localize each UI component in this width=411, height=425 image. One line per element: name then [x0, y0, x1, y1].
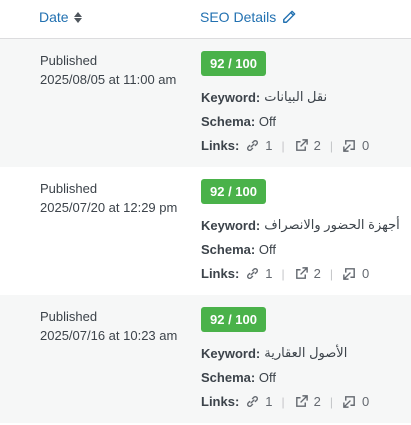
separator: |	[281, 138, 285, 153]
separator: |	[281, 394, 285, 409]
schema-status: Schema: Off	[201, 370, 276, 385]
links-label: Links:	[201, 394, 240, 409]
keyword-label: Keyword:	[201, 89, 261, 105]
internal-links-value: 1	[265, 138, 273, 153]
pencil-icon[interactable]	[282, 10, 296, 24]
table-row: Published 2025/07/20 at 12:29 pm 92 / 10…	[0, 167, 411, 295]
incoming-links-count: 0	[342, 394, 369, 409]
links-label: Links:	[201, 138, 240, 153]
schema-value: Off	[258, 370, 276, 385]
links-label: Links:	[201, 266, 240, 281]
external-link-icon	[295, 395, 308, 407]
internal-links-value: 1	[265, 266, 273, 281]
external-links-count: 2	[294, 138, 321, 153]
schema-status: Schema: Off	[201, 114, 276, 129]
seo-score-badge[interactable]: 92 / 100	[201, 51, 266, 76]
schema-value: Off	[258, 242, 276, 257]
table-row: Published 2025/07/16 at 10:23 am 92 / 10…	[0, 295, 411, 423]
external-links-value: 2	[313, 138, 321, 153]
link-icon	[247, 268, 259, 279]
internal-links-count: 1	[245, 138, 273, 153]
external-links-value: 2	[313, 266, 321, 281]
post-status: Published	[40, 181, 98, 196]
schema-label: Schema:	[201, 242, 256, 257]
date-cell: Published 2025/08/05 at 11:00 am	[40, 51, 176, 89]
internal-links-count: 1	[245, 394, 273, 409]
seo-score-badge[interactable]: 92 / 100	[201, 179, 266, 204]
seo-details-column-label[interactable]: SEO Details	[200, 9, 276, 25]
keyword-value: أجهزة الحضور والانصراف	[264, 217, 400, 232]
schema-status: Schema: Off	[201, 242, 276, 257]
incoming-links-value: 0	[362, 266, 370, 281]
focus-keyword: Keyword: نقل البيانات	[201, 89, 327, 105]
links-summary: Links: 1 | 2 | 0	[201, 138, 369, 153]
sort-icon[interactable]	[73, 11, 82, 23]
incoming-links-count: 0	[342, 266, 369, 281]
table-row: Published 2025/08/05 at 11:00 am 92 / 10…	[0, 39, 411, 167]
focus-keyword: Keyword: أجهزة الحضور والانصراف	[201, 217, 400, 233]
incoming-links-value: 0	[362, 394, 370, 409]
separator: |	[329, 394, 334, 409]
schema-label: Schema:	[201, 370, 256, 385]
external-links-value: 2	[313, 394, 321, 409]
schema-value: Off	[258, 114, 276, 129]
keyword-label: Keyword:	[201, 217, 261, 233]
incoming-link-icon	[343, 396, 355, 408]
incoming-links-count: 0	[342, 138, 369, 153]
incoming-link-icon	[343, 268, 355, 280]
date-cell: Published 2025/07/20 at 12:29 pm	[40, 179, 177, 217]
date-column-label[interactable]: Date	[39, 9, 69, 25]
table-header: Date SEO Details	[0, 0, 411, 39]
internal-links-count: 1	[245, 266, 273, 281]
post-status: Published	[40, 53, 98, 68]
post-datetime: 2025/07/16 at 10:23 am	[40, 328, 178, 343]
separator: |	[329, 138, 334, 153]
link-icon	[247, 140, 259, 151]
post-datetime: 2025/08/05 at 11:00 am	[40, 72, 177, 87]
seo-score-badge[interactable]: 92 / 100	[201, 307, 266, 332]
external-link-icon	[295, 139, 308, 151]
incoming-link-icon	[343, 140, 355, 152]
links-summary: Links: 1 | 2 | 0	[201, 266, 369, 281]
date-column-header[interactable]: Date	[39, 9, 82, 25]
seo-details-column-header[interactable]: SEO Details	[200, 9, 296, 25]
internal-links-value: 1	[265, 394, 273, 409]
post-status: Published	[40, 309, 98, 324]
post-datetime: 2025/07/20 at 12:29 pm	[40, 200, 178, 215]
links-summary: Links: 1 | 2 | 0	[201, 394, 369, 409]
separator: |	[329, 266, 334, 281]
schema-label: Schema:	[201, 114, 256, 129]
external-link-icon	[295, 267, 308, 279]
focus-keyword: Keyword: الأصول العقارية	[201, 345, 347, 361]
keyword-value: الأصول العقارية	[264, 345, 348, 360]
link-icon	[247, 396, 259, 407]
external-links-count: 2	[294, 394, 321, 409]
separator: |	[281, 266, 285, 281]
incoming-links-value: 0	[362, 138, 370, 153]
keyword-label: Keyword:	[201, 345, 261, 361]
date-cell: Published 2025/07/16 at 10:23 am	[40, 307, 177, 345]
external-links-count: 2	[294, 266, 321, 281]
keyword-value: نقل البيانات	[264, 89, 328, 104]
